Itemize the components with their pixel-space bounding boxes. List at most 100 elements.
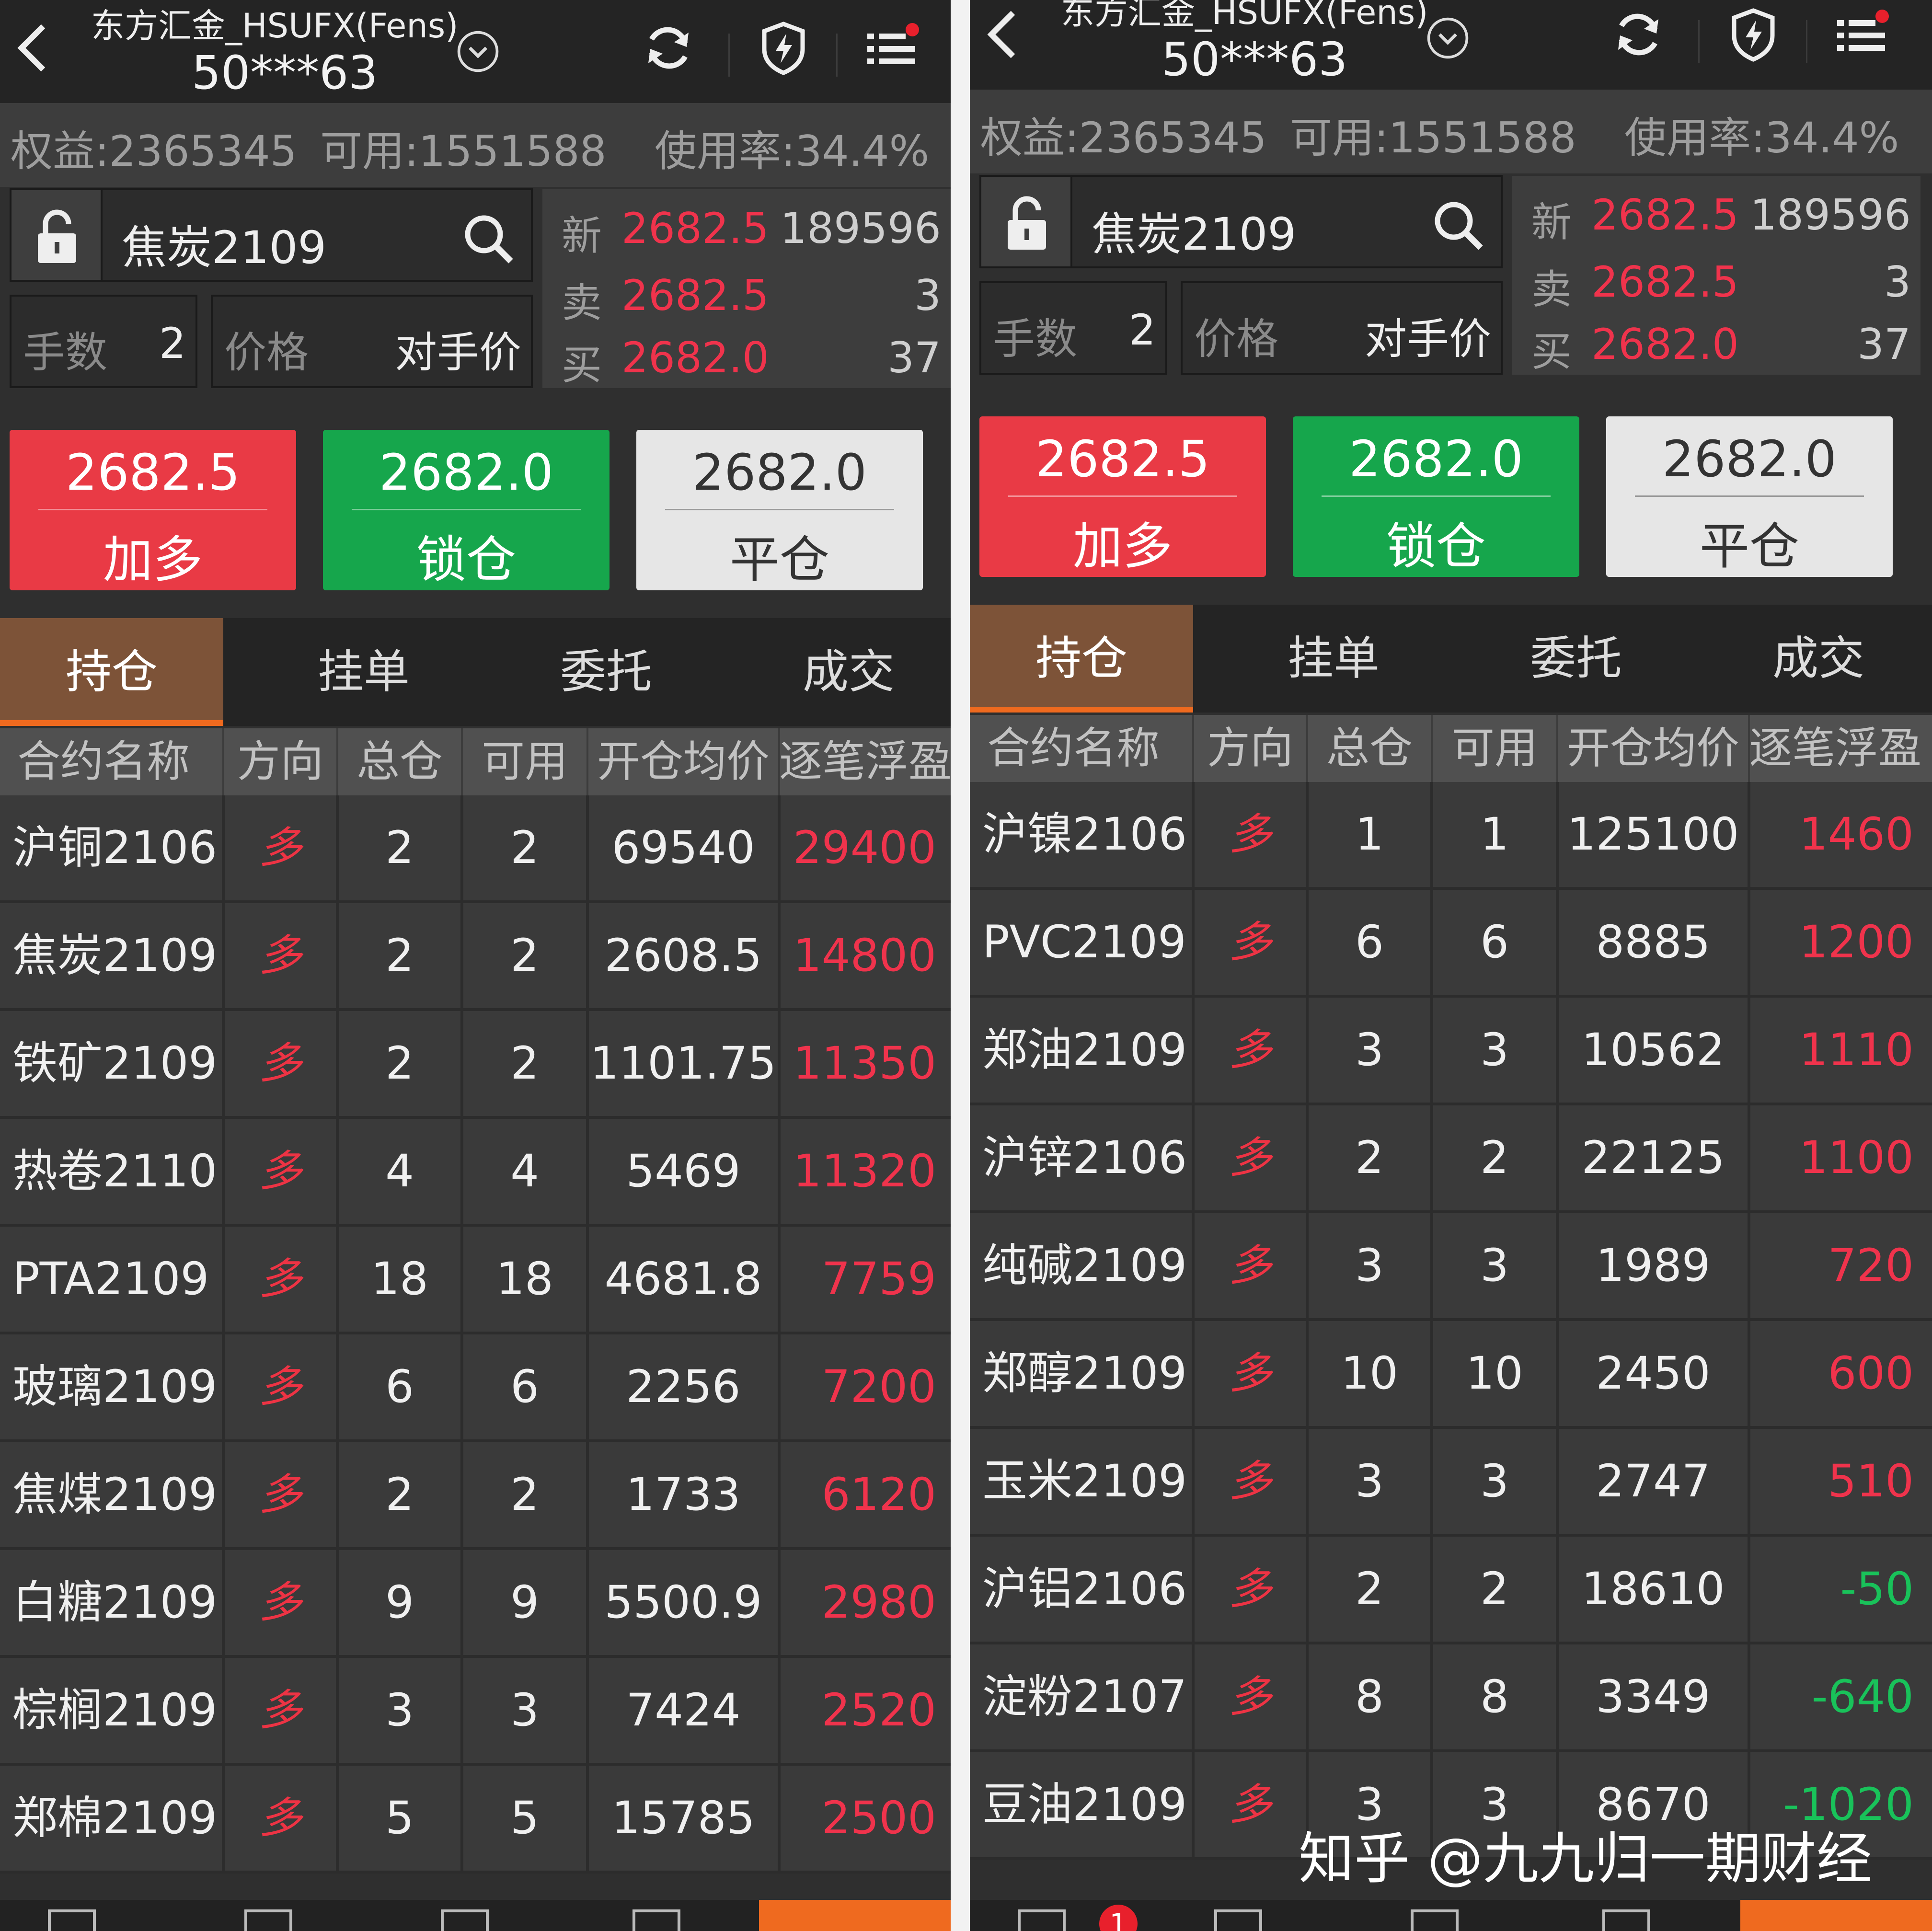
quantity-field[interactable]: 手数 2	[10, 295, 197, 388]
available-position: 9	[510, 1576, 539, 1629]
nav-trade-tab[interactable]	[1740, 1900, 1932, 1931]
refresh-icon[interactable]	[640, 19, 697, 77]
tab-pending[interactable]: 挂单	[242, 618, 485, 726]
col-floating-pnl[interactable]: 逐笔浮盈	[779, 728, 951, 795]
button-label: 锁仓	[416, 530, 516, 589]
avg-open-price: 2256	[626, 1361, 741, 1413]
price-type-field[interactable]: 价格 对手价	[1181, 281, 1503, 375]
close-position-button[interactable]: 2682.0 平仓	[1606, 416, 1893, 577]
symbol-value: 焦炭2109	[122, 222, 327, 274]
price-type-field[interactable]: 价格 对手价	[211, 295, 533, 388]
col-direction[interactable]: 方向	[223, 728, 337, 795]
add-long-button[interactable]: 2682.5 加多	[10, 430, 296, 590]
nav-calculator-icon[interactable]	[244, 1909, 292, 1931]
button-divider	[38, 509, 267, 510]
tab-positions[interactable]: 持仓	[970, 605, 1193, 713]
tab-trades[interactable]: 成交	[1697, 605, 1932, 713]
position-row[interactable]: 白糖2109 多 9 9 5500.9 2980	[0, 1550, 951, 1658]
position-row[interactable]: 铁矿2109 多 2 2 1101.75 11350	[0, 1011, 951, 1119]
col-avg-open-price[interactable]: 开仓均价	[587, 728, 779, 795]
col-contract-name[interactable]: 合约名称	[0, 728, 223, 795]
contract-name: 棕榈2109	[12, 1684, 218, 1736]
shield-icon[interactable]	[755, 19, 812, 77]
nav-trend-icon[interactable]	[1411, 1909, 1459, 1931]
available-position: 2	[510, 1037, 539, 1090]
button-label: 平仓	[729, 530, 829, 589]
col-direction[interactable]: 方向	[1193, 715, 1307, 782]
tab-orders[interactable]: 委托	[1455, 605, 1697, 713]
direction: 多	[1229, 1780, 1272, 1830]
quote-ask-price: 2682.5	[621, 271, 769, 320]
contract-name: 焦炭2109	[12, 930, 218, 982]
position-row[interactable]: PVC2109 多 6 6 8885 1200	[970, 890, 1932, 998]
nav-positions-icon[interactable]	[48, 1909, 96, 1931]
unlock-icon[interactable]	[12, 190, 103, 280]
symbol-search-input[interactable]: 焦炭2109	[10, 188, 533, 282]
floating-pnl: -640	[1811, 1671, 1914, 1723]
nav-positions-icon[interactable]	[1018, 1909, 1066, 1931]
refresh-icon[interactable]	[1610, 6, 1667, 63]
lock-position-button[interactable]: 2682.0 锁仓	[1293, 416, 1579, 577]
nav-trade-tab[interactable]	[759, 1900, 951, 1931]
col-available[interactable]: 可用	[1432, 715, 1557, 782]
col-available[interactable]: 可用	[462, 728, 587, 795]
position-row[interactable]: 郑醇2109 多 10 10 2450 600	[970, 1321, 1932, 1429]
button-divider	[1322, 495, 1551, 497]
position-row[interactable]: 焦煤2109 多 2 2 1733 6120	[0, 1442, 951, 1550]
tab-positions[interactable]: 持仓	[0, 618, 223, 726]
screenshot-root: 东方汇金_HSUFX(Fens) 50***63 权益:2365345 可用:1551…	[0, 0, 1932, 1931]
direction: 多	[259, 1038, 302, 1089]
shield-icon[interactable]	[1725, 6, 1782, 63]
quantity-field[interactable]: 手数 2	[979, 281, 1167, 375]
unlock-icon[interactable]	[981, 177, 1072, 266]
tab-pending[interactable]: 挂单	[1212, 605, 1455, 713]
menu-list-icon[interactable]	[862, 19, 920, 77]
button-divider	[1008, 495, 1237, 497]
add-long-button[interactable]: 2682.5 加多	[979, 416, 1266, 577]
col-total[interactable]: 总仓	[1307, 715, 1432, 782]
position-row[interactable]: 热卷2110 多 4 4 5469 11320	[0, 1119, 951, 1227]
col-avg-open-price[interactable]: 开仓均价	[1557, 715, 1749, 782]
position-row[interactable]: 沪镍2106 多 1 1 125100 1460	[970, 782, 1932, 890]
position-row[interactable]: 纯碱2109 多 3 3 1989 720	[970, 1213, 1932, 1321]
col-contract-name[interactable]: 合约名称	[970, 715, 1193, 782]
account-stats-bar: 权益:2365345 可用:1551588 使用率:34.4%	[970, 90, 1932, 173]
search-icon[interactable]	[459, 209, 517, 267]
search-icon[interactable]	[1429, 196, 1486, 253]
total-position: 3	[1355, 1024, 1384, 1076]
direction: 多	[259, 1146, 302, 1196]
position-row[interactable]: 沪锌2106 多 2 2 22125 1100	[970, 1105, 1932, 1213]
lock-position-button[interactable]: 2682.0 锁仓	[323, 430, 610, 590]
back-arrow-icon[interactable]	[10, 19, 58, 77]
symbol-value: 焦炭2109	[1092, 208, 1297, 261]
col-total[interactable]: 总仓	[337, 728, 462, 795]
position-row[interactable]: 焦炭2109 多 2 2 2608.5 14800	[0, 903, 951, 1011]
position-row[interactable]: 郑棉2109 多 5 5 15785 2500	[0, 1766, 951, 1874]
position-row[interactable]: PTA2109 多 18 18 4681.8 7759	[0, 1227, 951, 1334]
contract-name: 沪铝2106	[982, 1563, 1187, 1615]
position-row[interactable]: 棕榈2109 多 3 3 7424 2520	[0, 1658, 951, 1766]
symbol-search-input[interactable]: 焦炭2109	[979, 175, 1503, 268]
col-floating-pnl[interactable]: 逐笔浮盈	[1749, 715, 1921, 782]
position-row[interactable]: 沪铜2106 多 2 2 69540 29400	[0, 795, 951, 903]
position-row[interactable]: 郑油2109 多 3 3 10562 1110	[970, 998, 1932, 1105]
floating-pnl: 29400	[793, 822, 936, 874]
position-row[interactable]: 沪铝2106 多 2 2 18610 -50	[970, 1537, 1932, 1644]
position-row[interactable]: 淀粉2107 多 8 8 3349 -640	[970, 1644, 1932, 1752]
floating-pnl: 1110	[1799, 1024, 1914, 1076]
close-position-button[interactable]: 2682.0 平仓	[636, 430, 923, 590]
nav-market-icon[interactable]	[632, 1909, 680, 1931]
tab-trades[interactable]: 成交	[727, 618, 951, 726]
nav-trend-icon[interactable]	[441, 1909, 489, 1931]
back-arrow-icon[interactable]	[979, 6, 1027, 63]
account-name: 东方汇金_HSUFX(Fens)	[91, 6, 459, 46]
account-dropdown-icon[interactable]	[455, 29, 501, 74]
account-dropdown-icon[interactable]	[1425, 15, 1471, 61]
tab-orders[interactable]: 委托	[485, 618, 727, 726]
nav-market-icon[interactable]	[1602, 1909, 1650, 1931]
nav-calculator-icon[interactable]	[1214, 1909, 1262, 1931]
menu-list-icon[interactable]	[1832, 6, 1890, 63]
position-row[interactable]: 玻璃2109 多 6 6 2256 7200	[0, 1334, 951, 1442]
position-row[interactable]: 玉米2109 多 3 3 2747 510	[970, 1429, 1932, 1537]
floating-pnl: 11350	[793, 1037, 936, 1090]
